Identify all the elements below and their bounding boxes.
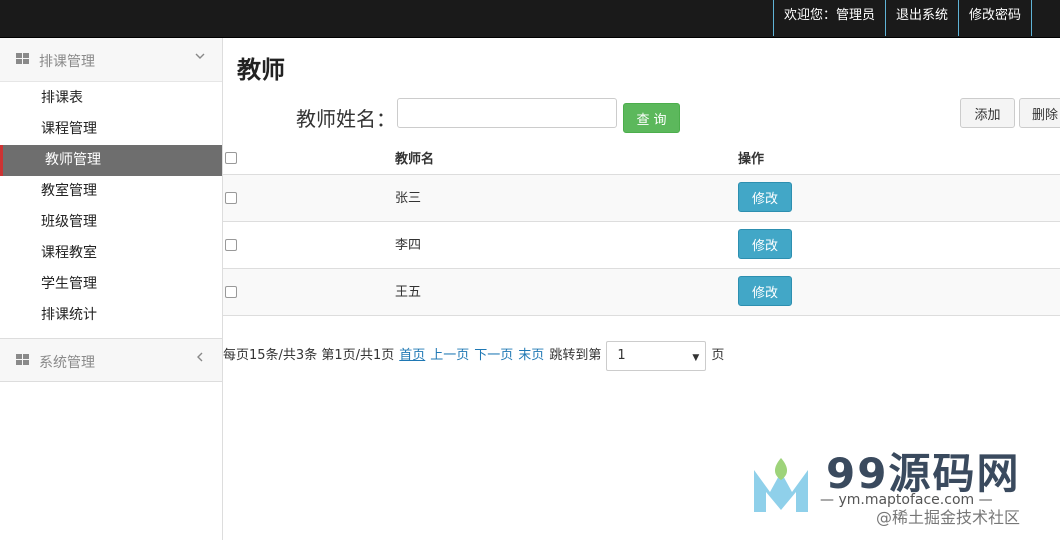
column-header-action: 操作 [738, 152, 765, 167]
sidebar-group-label: 排课管理 [39, 54, 95, 70]
row-checkbox[interactable] [225, 239, 237, 251]
row-checkbox[interactable] [225, 192, 237, 204]
search-label: 教师姓名： [296, 107, 396, 131]
sidebar-item-students[interactable]: 学生管理 [0, 269, 222, 300]
welcome-text: 欢迎您：管理员 [772, 0, 885, 36]
jump-label: 跳转到第 [549, 348, 602, 363]
query-button[interactable]: 查询 [623, 103, 680, 133]
watermark-signature: @稀土掘金技术社区 [876, 508, 1021, 527]
teacher-name-input[interactable] [397, 98, 617, 128]
teacher-name-cell: 王五 [395, 285, 422, 300]
watermark: 99源码网 — ym.maptoface.com — @稀土掘金技术社区 [748, 430, 1060, 540]
table-row: 王五 修改 [223, 269, 1060, 316]
page-suffix: 页 [711, 348, 725, 363]
caret-down-icon: ▼ [692, 353, 700, 363]
row-checkbox[interactable] [225, 286, 237, 298]
edit-button[interactable]: 修改 [738, 229, 792, 259]
logout-link[interactable]: 退出系统 [884, 0, 958, 36]
top-bar: 欢迎您：管理员 退出系统 修改密码 [0, 0, 1060, 38]
edit-button[interactable]: 修改 [738, 276, 792, 306]
sidebar-item-course-classrooms[interactable]: 课程教室 [0, 238, 222, 269]
last-page-link[interactable]: 末页 [518, 348, 544, 364]
sidebar: 排课管理 排课表 课程管理 教师管理 教室管理 班级管理 课程教室 学生管理 排… [0, 38, 223, 540]
sidebar-item-classes[interactable]: 班级管理 [0, 207, 222, 238]
sidebar-group-system[interactable]: 系统管理 [0, 338, 222, 382]
prev-page-link[interactable]: 上一页 [430, 348, 469, 364]
table-row: 李四 修改 [223, 222, 1060, 269]
delete-button[interactable]: 删除 [1019, 98, 1060, 128]
page-select[interactable]: 1 ▼ [606, 341, 707, 371]
teacher-name-cell: 张三 [395, 191, 422, 206]
chevron-left-icon [194, 351, 206, 367]
sidebar-item-teachers[interactable]: 教师管理 [0, 145, 222, 176]
add-button[interactable]: 添加 [960, 98, 1015, 128]
sidebar-group-label: 系统管理 [39, 355, 95, 371]
sidebar-item-schedule[interactable]: 排课表 [0, 83, 222, 114]
next-page-link[interactable]: 下一页 [474, 348, 513, 364]
table-header: 教师名 操作 [223, 140, 1060, 175]
sidebar-item-statistics[interactable]: 排课统计 [0, 300, 222, 331]
table-row: 张三 修改 [223, 175, 1060, 222]
column-header-name: 教师名 [395, 152, 435, 167]
teacher-name-cell: 李四 [395, 238, 422, 253]
teacher-table: 教师名 操作 张三 修改 李四 修改 王五 修改 [223, 140, 1060, 316]
m-logo-icon [754, 458, 808, 512]
pagination-info: 每页15条/共3条 第1页/共1页 [223, 348, 395, 363]
sidebar-item-courses[interactable]: 课程管理 [0, 114, 222, 145]
change-password-link[interactable]: 修改密码 [957, 0, 1032, 36]
pagination: 每页15条/共3条 第1页/共1页 首页 上一页 下一页 末页 跳转到第 1 ▼… [223, 341, 725, 371]
sidebar-group-scheduling[interactable]: 排课管理 [0, 38, 222, 82]
grid-icon [16, 53, 30, 65]
select-all-checkbox[interactable] [225, 152, 237, 164]
sidebar-item-classrooms[interactable]: 教室管理 [0, 176, 222, 207]
chevron-down-icon [194, 50, 206, 66]
first-page-link[interactable]: 首页 [399, 348, 425, 364]
page-title: 教师 [237, 56, 285, 84]
page-select-value: 1 [617, 348, 626, 363]
grid-icon [16, 354, 30, 366]
edit-button[interactable]: 修改 [738, 182, 792, 212]
top-nav: 欢迎您：管理员 退出系统 修改密码 [772, 0, 1032, 36]
sidebar-items: 排课表 课程管理 教师管理 教室管理 班级管理 课程教室 学生管理 排课统计 [0, 83, 222, 331]
